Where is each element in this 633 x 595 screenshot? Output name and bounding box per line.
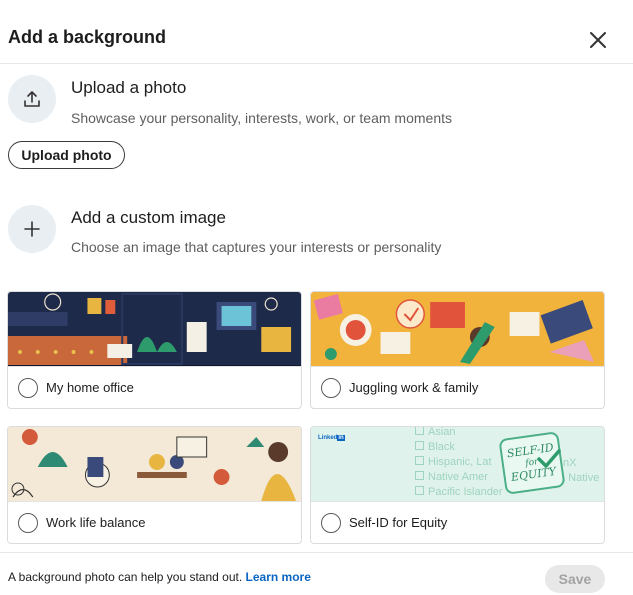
ethnicity-text: Asian [428,427,456,438]
dialog-title: Add a background [8,27,167,47]
upload-icon [24,91,40,107]
home-office-thumbnail [8,292,301,366]
self-id-thumbnail: Linkedin Asian Black Hispanic, Lat Nativ… [311,427,604,501]
work-life-label-row[interactable]: Work life balance [8,501,301,543]
background-option-work-life[interactable]: Work life balance [7,426,302,544]
dialog-header: Add a background [0,0,633,64]
ethnicity-text: Native Amer [428,471,488,483]
learn-more-link[interactable]: Learn more [246,570,311,584]
home-office-label: My home office [46,380,134,395]
plus-icon [24,221,40,237]
juggling-radio[interactable] [321,377,341,398]
add-custom-image-button[interactable] [8,205,56,253]
footer-hint: A background photo can help you stand ou… [8,570,311,584]
custom-image-description: Choose an image that captures your inter… [71,239,442,255]
ethnicity-item: Hispanic, Lat [415,455,503,470]
ethnicity-item: Black [415,440,503,455]
work-life-thumbnail [8,427,301,501]
ethnicity-fragment: nX [563,457,577,469]
ethnicity-list-art: Asian Black Hispanic, Lat Native Amer Pa… [415,427,503,500]
linkedin-logo: Linkedin [318,435,345,441]
self-id-label-row[interactable]: Self-ID for Equity [311,501,604,543]
dialog-footer: A background photo can help you stand ou… [0,552,633,595]
juggling-label: Juggling work & family [349,380,479,395]
ethnicity-item: Native Amer [415,470,503,485]
upload-photo-button[interactable]: Upload photo [8,141,125,169]
upload-icon-circle[interactable] [8,75,56,123]
ethnicity-text: Pacific Islander [428,486,503,498]
upload-title: Upload a photo [71,78,187,97]
ethnicity-fragment: a Native [559,472,600,484]
custom-image-title: Add a custom image [71,208,226,227]
checkmark-icon [537,449,561,468]
ethnicity-item: Asian [415,427,503,440]
work-life-label: Work life balance [46,515,146,530]
footer-hint-text: A background photo can help you stand ou… [8,570,243,584]
ethnicity-item: Pacific Islander [415,485,503,500]
ethnicity-text: Black [428,441,455,453]
home-office-label-row[interactable]: My home office [8,366,301,408]
juggling-label-row[interactable]: Juggling work & family [311,366,604,408]
self-id-label: Self-ID for Equity [349,515,448,530]
linkedin-logo-text: Linked [318,435,338,441]
save-button[interactable]: Save [545,565,605,593]
ethnicity-text: Hispanic, Lat [428,456,492,468]
home-office-radio[interactable] [18,377,38,398]
background-option-home-office[interactable]: My home office [7,291,302,409]
background-option-juggling[interactable]: Juggling work & family [310,291,605,409]
close-icon [590,32,606,48]
juggling-thumbnail [311,292,604,366]
linkedin-logo-in: in [337,435,345,441]
self-id-radio[interactable] [321,512,341,533]
background-option-self-id[interactable]: Linkedin Asian Black Hispanic, Lat Nativ… [310,426,605,544]
work-life-radio[interactable] [18,512,38,533]
upload-description: Showcase your personality, interests, wo… [71,110,453,126]
close-button[interactable] [584,26,612,54]
